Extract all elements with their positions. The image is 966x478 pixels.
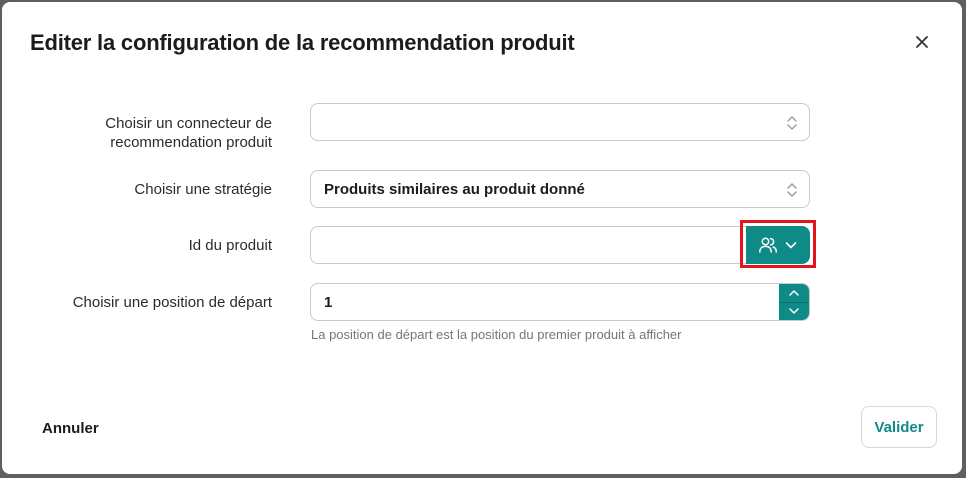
connector-label-line2: recommendation produit: [110, 134, 272, 151]
connector-select[interactable]: [310, 103, 810, 141]
quantity-stepper: [779, 284, 809, 320]
cancel-button[interactable]: Annuler: [42, 420, 99, 437]
product-id-input[interactable]: [310, 226, 750, 264]
users-icon: [759, 237, 778, 253]
start-position-value: 1: [324, 293, 333, 311]
product-picker-button[interactable]: [746, 226, 810, 264]
chevron-down-icon: [789, 308, 799, 314]
strategy-select-value: Produits similaires au produit donné: [324, 180, 585, 198]
validate-button[interactable]: Valider: [861, 406, 937, 448]
recommendation-config-dialog: Editer la configuration de la recommenda…: [2, 2, 962, 474]
chevron-up-icon: [789, 290, 799, 296]
start-position-hint: La position de départ est la position du…: [311, 327, 682, 342]
connector-label: Choisir un connecteur de recommendation …: [12, 114, 272, 152]
stepper-down-button[interactable]: [779, 303, 809, 321]
strategy-select[interactable]: Produits similaires au produit donné: [310, 170, 810, 208]
product-id-label: Id du produit: [188, 237, 272, 254]
start-position-label: Choisir une position de départ: [72, 294, 272, 311]
dialog-title: Editer la configuration de la recommenda…: [30, 30, 575, 55]
stepper-up-button[interactable]: [779, 284, 809, 303]
select-arrows-icon: [787, 183, 797, 197]
close-icon: [916, 36, 928, 48]
select-arrows-icon: [787, 116, 797, 130]
strategy-label: Choisir une stratégie: [134, 181, 272, 198]
chevron-down-icon: [785, 242, 797, 249]
close-button[interactable]: [912, 32, 932, 52]
connector-label-line1: Choisir un connecteur de: [105, 115, 272, 132]
start-position-input[interactable]: 1: [310, 283, 810, 321]
